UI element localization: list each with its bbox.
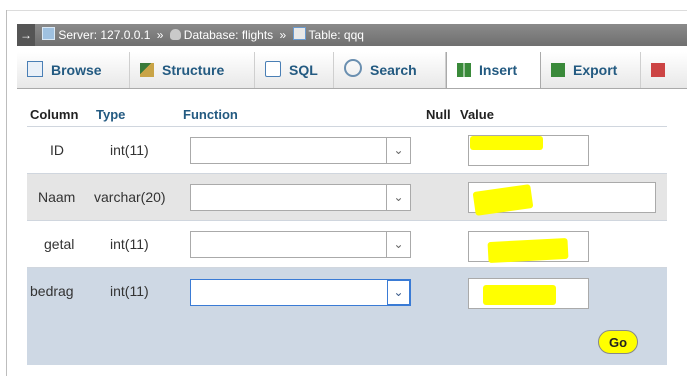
table-row: ID int(11) ⌄: [27, 126, 667, 173]
chevron-down-icon[interactable]: ⌄: [387, 280, 410, 305]
form-footer: Go: [27, 318, 667, 365]
tab-insert-label: Insert: [479, 62, 518, 78]
server-icon: [42, 27, 56, 40]
database-icon: [169, 29, 181, 40]
chevron-down-icon[interactable]: ⌄: [386, 185, 410, 210]
header-column: Column: [30, 107, 79, 122]
tab-browse-label: Browse: [51, 62, 102, 78]
tab-search-label: Search: [370, 62, 417, 78]
frame-top-border: [6, 10, 687, 11]
browse-icon: [27, 61, 43, 77]
column-type: int(11): [110, 236, 149, 252]
tab-export-label: Export: [573, 62, 618, 78]
function-select[interactable]: ⌄: [190, 231, 411, 258]
header-function[interactable]: Function: [183, 107, 238, 122]
column-type: int(11): [110, 283, 149, 299]
collapse-arrow-button[interactable]: →: [17, 24, 35, 46]
tab-sql[interactable]: SQL: [255, 52, 334, 88]
export-icon: [551, 63, 565, 77]
function-select[interactable]: ⌄: [190, 184, 411, 211]
table-icon: [292, 27, 306, 40]
function-select[interactable]: ⌄: [190, 279, 411, 306]
tab-export[interactable]: Export: [541, 52, 641, 88]
breadcrumb-table[interactable]: Table: qqq: [309, 28, 364, 42]
function-select[interactable]: ⌄: [190, 137, 411, 164]
tab-structure-label: Structure: [162, 62, 225, 78]
header-null: Null: [426, 107, 451, 122]
breadcrumb-separator: »: [279, 28, 287, 42]
header-value: Value: [460, 107, 494, 122]
table-row: getal int(11) ⌄: [27, 220, 667, 267]
highlight-mark: [487, 237, 569, 264]
chevron-down-icon[interactable]: ⌄: [386, 138, 410, 163]
tab-bar: Browse Structure SQL Search Insert Expor…: [17, 52, 687, 89]
column-name: bedrag: [30, 283, 74, 299]
tab-structure[interactable]: Structure: [130, 52, 255, 88]
header-type[interactable]: Type: [96, 107, 125, 122]
highlight-mark: [483, 285, 556, 305]
column-name: ID: [50, 142, 64, 158]
breadcrumb-server[interactable]: Server: 127.0.0.1: [58, 28, 150, 42]
column-name: Naam: [38, 189, 76, 205]
tab-insert[interactable]: Insert: [446, 52, 541, 88]
go-button[interactable]: Go: [598, 330, 638, 354]
column-type: varchar(20): [94, 189, 166, 205]
insert-icon: [457, 63, 471, 77]
tab-browse[interactable]: Browse: [17, 52, 130, 88]
breadcrumb-separator: »: [156, 28, 164, 42]
tab-search[interactable]: Search: [334, 52, 446, 88]
column-name: getal: [44, 236, 75, 252]
more-tabs-icon: [651, 63, 665, 77]
chevron-down-icon[interactable]: ⌄: [386, 232, 410, 257]
tab-sql-label: SQL: [289, 62, 318, 78]
table-row: Naam varchar(20) ⌄: [27, 173, 667, 220]
search-icon: [344, 59, 362, 77]
sql-icon: [265, 61, 281, 77]
frame-left-border: [6, 10, 7, 376]
structure-icon: [140, 63, 154, 77]
breadcrumb: → Server: 127.0.0.1 » Database: flights …: [17, 24, 687, 46]
table-row: bedrag int(11) ⌄: [27, 267, 667, 318]
breadcrumb-database[interactable]: Database: flights: [184, 28, 273, 42]
column-type: int(11): [110, 142, 149, 158]
tab-more[interactable]: [641, 52, 687, 88]
highlight-mark: [470, 136, 543, 150]
table-header: Column Type Function Null Value: [27, 104, 667, 126]
